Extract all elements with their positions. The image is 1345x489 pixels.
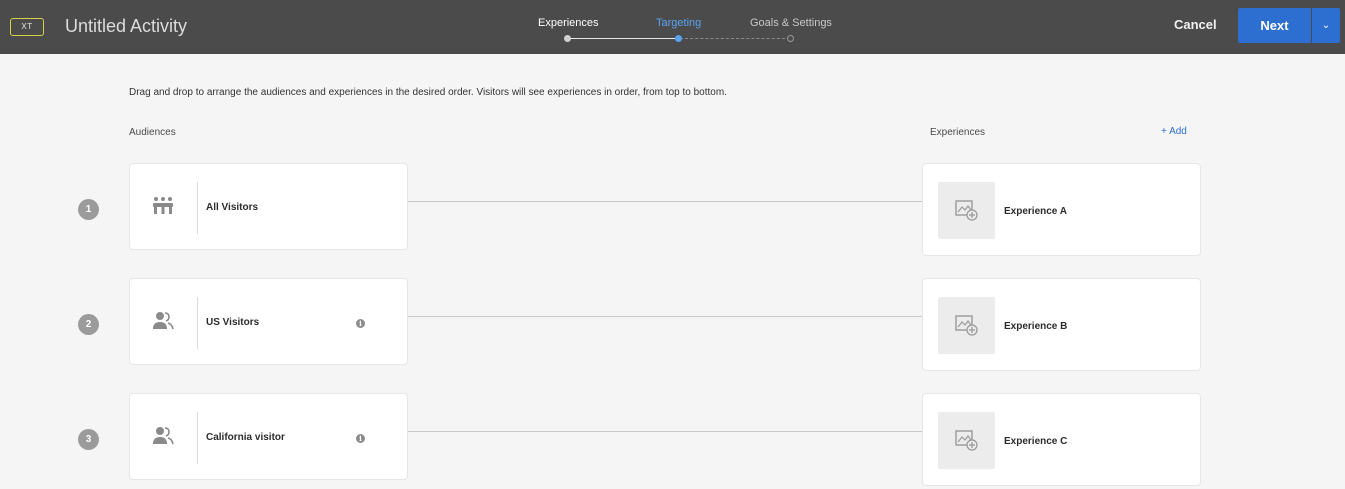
connector-line-2 xyxy=(408,316,923,317)
audience-name: All Visitors xyxy=(206,202,259,213)
connector-line-1 xyxy=(408,201,923,202)
users-icon xyxy=(153,312,174,330)
row-number-3: 3 xyxy=(78,429,99,450)
step-goals-settings[interactable]: Goals & Settings xyxy=(750,17,832,29)
instructions-text: Drag and drop to arrange the audiences a… xyxy=(129,87,727,98)
next-button[interactable]: Next xyxy=(1238,8,1311,43)
row-number-1: 1 xyxy=(78,199,99,220)
step-dot-experiences xyxy=(564,35,571,42)
experience-name: Experience A xyxy=(1004,206,1067,217)
step-dot-targeting xyxy=(675,35,682,42)
users-icon xyxy=(153,427,174,445)
row-number-2: 2 xyxy=(78,314,99,335)
experience-thumbnail xyxy=(938,182,995,239)
image-add-icon xyxy=(955,200,978,221)
experience-thumbnail xyxy=(938,412,995,469)
card-divider xyxy=(197,182,198,234)
audience-card-1[interactable]: All Visitors xyxy=(129,163,408,250)
audiences-heading: Audiences xyxy=(129,127,176,138)
add-experience-link[interactable]: + Add xyxy=(1161,126,1187,137)
progress-line-completed xyxy=(567,38,678,39)
cancel-button[interactable]: Cancel xyxy=(1174,17,1217,32)
audience-name: California visitor xyxy=(206,432,285,443)
experiences-heading: Experiences xyxy=(930,127,986,138)
top-bar: XT Untitled Activity Experiences Targeti… xyxy=(0,0,1345,54)
card-divider xyxy=(197,297,198,349)
card-divider xyxy=(197,412,198,464)
experience-card-2[interactable]: Experience B xyxy=(922,278,1201,371)
next-dropdown-button[interactable]: ⌄ xyxy=(1312,8,1340,43)
progress-line-pending xyxy=(680,38,790,39)
step-targeting[interactable]: Targeting xyxy=(656,17,701,29)
experience-name: Experience C xyxy=(1004,436,1068,447)
audience-card-2[interactable]: US Visitors i xyxy=(129,278,408,365)
experience-card-3[interactable]: Experience C xyxy=(922,393,1201,486)
step-experiences[interactable]: Experiences xyxy=(538,17,599,29)
connector-line-3 xyxy=(408,431,923,432)
activity-type-badge: XT xyxy=(10,18,44,36)
chevron-down-icon: ⌄ xyxy=(1321,20,1331,31)
info-icon[interactable]: i xyxy=(356,319,365,328)
info-icon[interactable]: i xyxy=(356,434,365,443)
audience-card-3[interactable]: California visitor i xyxy=(129,393,408,480)
image-add-icon xyxy=(955,315,978,336)
step-dot-goals xyxy=(787,35,794,42)
experience-thumbnail xyxy=(938,297,995,354)
experience-name: Experience B xyxy=(1004,321,1068,332)
experience-card-1[interactable]: Experience A xyxy=(922,163,1201,256)
audience-name: US Visitors xyxy=(206,317,260,328)
image-add-icon xyxy=(955,430,978,451)
activity-title[interactable]: Untitled Activity xyxy=(65,16,187,37)
group-icon xyxy=(153,197,173,214)
